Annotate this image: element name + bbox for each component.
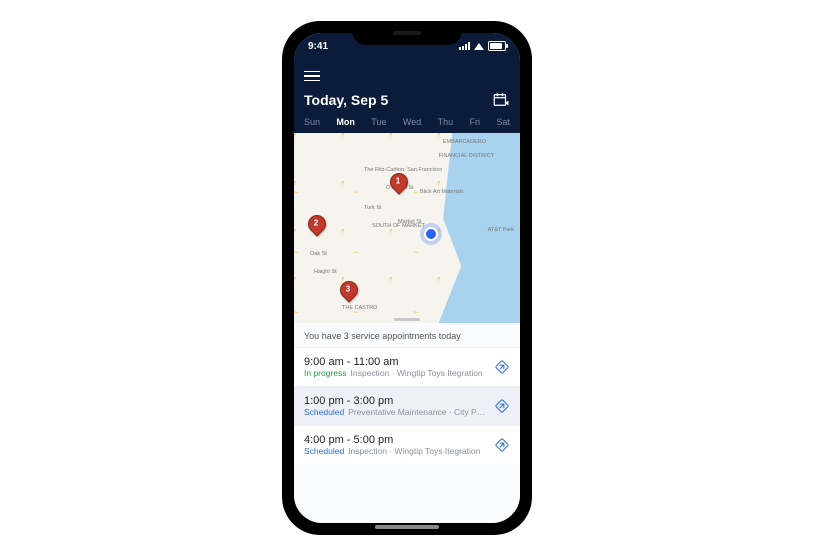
- day-tab-wed[interactable]: Wed: [403, 117, 421, 127]
- map-label-haight: Haight St: [314, 269, 337, 275]
- appointment-detail: In progressInspection · Wingtip Toys Ite…: [304, 368, 488, 378]
- map-view[interactable]: EMBARCADERO FINANCIAL DISTRICT The Ritz-…: [294, 133, 520, 323]
- menu-icon[interactable]: [304, 71, 320, 82]
- stage: 9:41 Today, Sep 5: [0, 0, 814, 556]
- calendar-icon[interactable]: [492, 91, 510, 109]
- day-tab-fri[interactable]: Fri: [470, 117, 481, 127]
- map-label-oak: Oak St: [310, 251, 327, 257]
- day-tab-sat[interactable]: Sat: [496, 117, 510, 127]
- app-header: Today, Sep 5 Sun Mon Tue Wed Thu Fri Sat: [294, 59, 520, 133]
- appointment-detail: ScheduledInspection · Wingtip Toys Itegr…: [304, 446, 488, 456]
- map-label-embarcadero: EMBARCADERO: [443, 139, 486, 145]
- phone-speaker: [393, 31, 421, 35]
- appointment-status: Scheduled: [304, 407, 344, 417]
- map-label-castro: THE CASTRO: [342, 305, 377, 311]
- home-indicator[interactable]: [375, 525, 439, 529]
- map-label-blick: Blick Art Materials: [420, 189, 464, 195]
- day-tab-tue[interactable]: Tue: [371, 117, 386, 127]
- appointment-time: 4:00 pm - 5:00 pm: [304, 434, 488, 446]
- signal-icon: [459, 42, 470, 50]
- page-title: Today, Sep 5: [304, 92, 388, 108]
- current-location-dot: [424, 227, 438, 241]
- day-tabs: Sun Mon Tue Wed Thu Fri Sat: [304, 117, 510, 133]
- map-label-financial: FINANCIAL DISTRICT: [439, 153, 494, 159]
- appointment-row[interactable]: 4:00 pm - 5:00 pmScheduledInspection · W…: [294, 425, 520, 464]
- appointment-status: In progress: [304, 368, 347, 378]
- appointment-time: 9:00 am - 11:00 am: [304, 356, 488, 368]
- wifi-icon: [474, 43, 484, 50]
- appointment-row[interactable]: 1:00 pm - 3:00 pmScheduledPreventative M…: [294, 386, 520, 425]
- map-label-ritz: The Ritz-Carlton, San Francisco: [364, 167, 442, 173]
- directions-icon[interactable]: [494, 398, 510, 414]
- sheet-drag-handle[interactable]: [394, 318, 420, 321]
- appointment-list[interactable]: You have 3 service appointments today 9:…: [294, 323, 520, 523]
- appointments-summary: You have 3 service appointments today: [294, 323, 520, 347]
- directions-icon[interactable]: [494, 437, 510, 453]
- appointment-detail: ScheduledPreventative Maintenance · City…: [304, 407, 488, 417]
- appointment-row[interactable]: 9:00 am - 11:00 amIn progressInspection …: [294, 347, 520, 386]
- day-tab-sun[interactable]: Sun: [304, 117, 320, 127]
- appointment-time: 1:00 pm - 3:00 pm: [304, 395, 488, 407]
- battery-icon: [488, 41, 506, 51]
- phone-notch: [352, 23, 462, 45]
- directions-icon[interactable]: [494, 359, 510, 375]
- map-label-att: AT&T Park: [488, 227, 514, 233]
- day-tab-mon[interactable]: Mon: [336, 117, 355, 127]
- appointment-status: Scheduled: [304, 446, 344, 456]
- phone-frame: 9:41 Today, Sep 5: [284, 23, 530, 533]
- status-right: [459, 41, 506, 51]
- map-label-soma: SOUTH OF MARKET: [372, 223, 425, 229]
- day-tab-thu[interactable]: Thu: [438, 117, 454, 127]
- status-time: 9:41: [308, 41, 328, 52]
- phone-screen: 9:41 Today, Sep 5: [294, 33, 520, 523]
- map-label-turk: Turk St: [364, 205, 382, 211]
